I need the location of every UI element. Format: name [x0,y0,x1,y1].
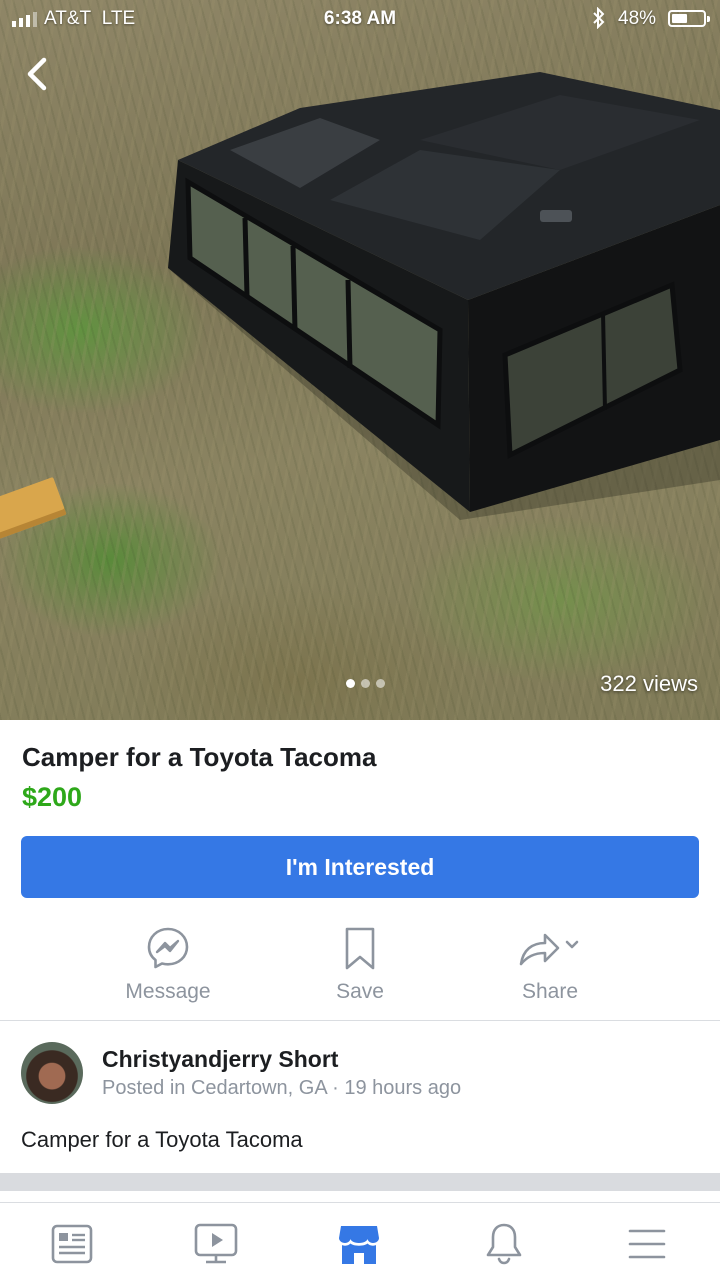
tab-news-feed[interactable] [45,1217,99,1271]
views-count: 322 views [600,671,698,696]
listing-actions: Message Save Share [0,920,720,1020]
photo-pager[interactable] [346,679,385,688]
clock: 6:38 AM [323,8,397,29]
battery-icon [668,10,710,27]
bookmark-icon [343,926,377,977]
listing-photo[interactable] [0,0,720,720]
seller-name[interactable]: Christyandjerry Short [102,1046,338,1073]
messenger-icon [146,926,190,975]
camper-shell-image [168,72,720,520]
watch-icon [194,1223,238,1264]
section-separator [0,1173,720,1191]
seller-avatar[interactable] [21,1042,83,1104]
bell-icon [486,1223,522,1265]
tab-marketplace[interactable] [332,1217,386,1271]
tab-notifications[interactable] [477,1217,531,1271]
listing-title: Camper for a Toyota Tacoma [22,742,377,772]
save-label: Save [336,980,384,1003]
chevron-left-icon [27,57,47,91]
back-button[interactable] [18,54,54,94]
share-arrow-icon [517,926,583,975]
message-button[interactable]: Message [98,920,238,1020]
save-button[interactable]: Save [290,920,430,1020]
bottom-tab-bar [0,1202,720,1280]
menu-icon [628,1229,666,1259]
listing-description: Camper for a Toyota Tacoma [21,1127,303,1152]
interested-button[interactable]: I'm Interested [21,836,699,898]
divider [0,1020,720,1021]
pager-dot-active [346,679,355,688]
marketplace-icon [339,1226,379,1264]
chevron-down-icon [565,940,579,949]
pager-dot [361,679,370,688]
pager-dot [376,679,385,688]
bluetooth-icon [592,6,606,35]
battery-percent: 48% [618,8,657,29]
news-feed-icon [51,1224,93,1264]
share-button[interactable]: Share [480,920,620,1020]
message-label: Message [125,980,211,1003]
share-label: Share [521,980,579,1003]
status-bar: AT&T LTE 6:38 AM 48% [0,0,720,38]
listing-price: $200 [22,782,83,812]
tab-menu[interactable] [620,1217,674,1271]
tab-watch[interactable] [189,1217,243,1271]
seller-location-time: Posted in Cedartown, GA · 19 hours ago [102,1077,462,1099]
